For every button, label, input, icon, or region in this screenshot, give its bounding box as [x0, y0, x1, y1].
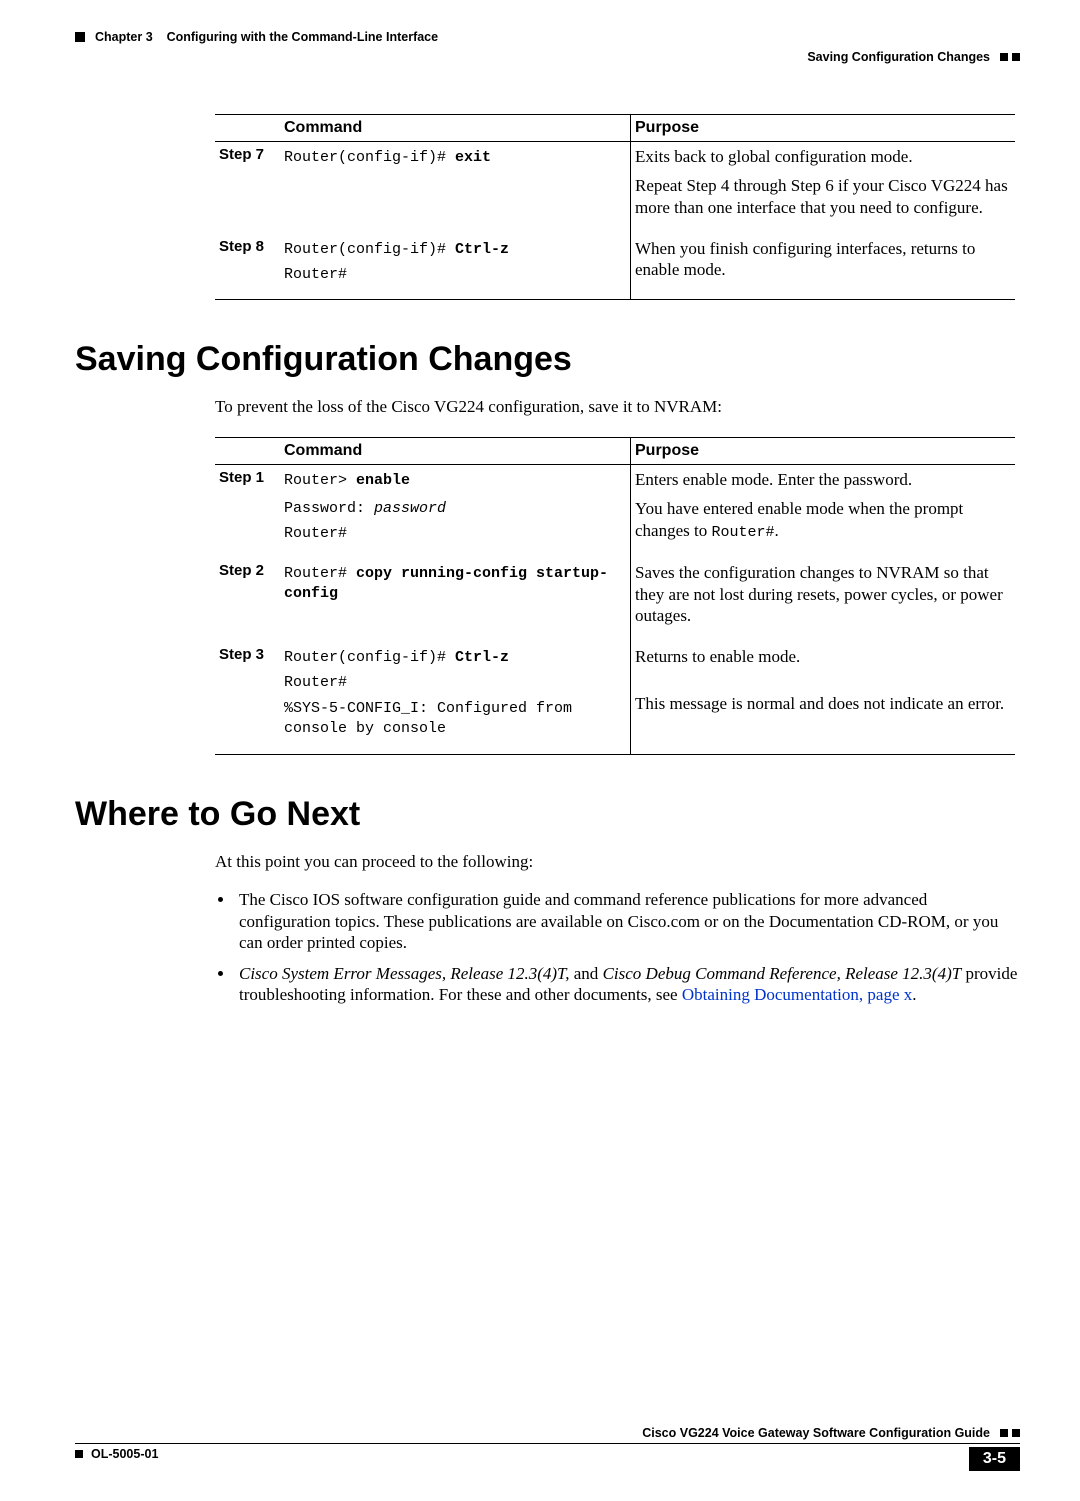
cmd-output: Router#	[284, 525, 624, 542]
step-label: Step 2	[215, 558, 280, 642]
col-command: Command	[280, 115, 631, 142]
cmd-keyword: enable	[356, 472, 410, 489]
cmd-output: Router#	[284, 674, 624, 691]
purpose-text: You have entered enable mode when the pr…	[635, 498, 1009, 542]
step-label: Step 3	[215, 642, 280, 755]
cmd-keyword: Ctrl-z	[455, 649, 509, 666]
section-intro: To prevent the loss of the Cisco VG224 c…	[215, 396, 1020, 417]
footer-dot-icon	[1000, 1429, 1008, 1437]
obtaining-documentation-link[interactable]: Obtaining Documentation, page x	[682, 985, 912, 1004]
table-row: Step 2 Router# copy running-config start…	[215, 558, 1015, 642]
cmd-keyword: exit	[455, 149, 491, 166]
header-square-icon	[75, 32, 85, 42]
cmd-prefix: Router(config-if)#	[284, 241, 455, 258]
table-row: Step 3 Router(config-if)# Ctrl-z Router#…	[215, 642, 1015, 755]
table-row: Step 7 Router(config-if)# exit Exits bac…	[215, 142, 1015, 234]
chapter-number: Chapter 3	[95, 30, 153, 44]
purpose-text: Exits back to global configuration mode.	[635, 146, 1009, 167]
running-section: Saving Configuration Changes	[807, 50, 990, 64]
header-dot-icon	[1000, 53, 1008, 61]
purpose-text: Enters enable mode. Enter the password.	[635, 469, 1009, 490]
col-purpose: Purpose	[631, 115, 1016, 142]
page-number-badge: 3-5	[969, 1447, 1020, 1471]
list-item: The Cisco IOS software configuration gui…	[235, 889, 1020, 953]
cmd-output: Router#	[284, 266, 624, 283]
cmd-prefix: Router#	[284, 565, 356, 582]
cmd-output: %SYS-5-CONFIG_I: Configured from console…	[284, 699, 624, 738]
page-footer: Cisco VG224 Voice Gateway Software Confi…	[75, 1426, 1020, 1471]
footer-doc-id: OL-5005-01	[91, 1447, 158, 1461]
purpose-text: Saves the configuration changes to NVRAM…	[635, 562, 1009, 626]
cmd-output: Password:	[284, 500, 374, 517]
col-command: Command	[280, 438, 631, 465]
list-item: Cisco System Error Messages, Release 12.…	[235, 963, 1020, 1006]
table-row: Step 1 Router> enable Password: password…	[215, 465, 1015, 559]
purpose-text: This message is normal and does not indi…	[635, 693, 1009, 714]
page-header: Chapter 3 Configuring with the Command-L…	[75, 30, 1020, 64]
cmd-prefix: Router>	[284, 472, 356, 489]
chapter-title: Configuring with the Command-Line Interf…	[167, 30, 439, 44]
step-label: Step 1	[215, 465, 280, 559]
section-heading-saving: Saving Configuration Changes	[75, 340, 1020, 379]
cmd-prefix: Router(config-if)#	[284, 149, 455, 166]
bullet-list: The Cisco IOS software configuration gui…	[235, 889, 1020, 1005]
step-label: Step 8	[215, 234, 280, 300]
footer-square-icon	[75, 1450, 83, 1458]
header-dot-icon	[1012, 53, 1020, 61]
purpose-text: Repeat Step 4 through Step 6 if your Cis…	[635, 175, 1009, 218]
cmd-prefix: Router(config-if)#	[284, 649, 455, 666]
purpose-text: When you finish configuring interfaces, …	[635, 238, 1009, 281]
command-table-2: Command Purpose Step 1 Router> enable Pa…	[215, 437, 1015, 755]
footer-dot-icon	[1012, 1429, 1020, 1437]
cmd-keyword: Ctrl-z	[455, 241, 509, 258]
table-row: Step 8 Router(config-if)# Ctrl-z Router#…	[215, 234, 1015, 300]
section-intro: At this point you can proceed to the fol…	[215, 851, 1020, 872]
section-heading-next: Where to Go Next	[75, 795, 1020, 834]
command-table-1: Command Purpose Step 7 Router(config-if)…	[215, 114, 1015, 300]
footer-doc-title: Cisco VG224 Voice Gateway Software Confi…	[642, 1426, 990, 1440]
col-purpose: Purpose	[631, 438, 1016, 465]
step-label: Step 7	[215, 142, 280, 234]
cmd-arg: password	[374, 500, 446, 517]
purpose-text: Returns to enable mode.	[635, 646, 1009, 667]
